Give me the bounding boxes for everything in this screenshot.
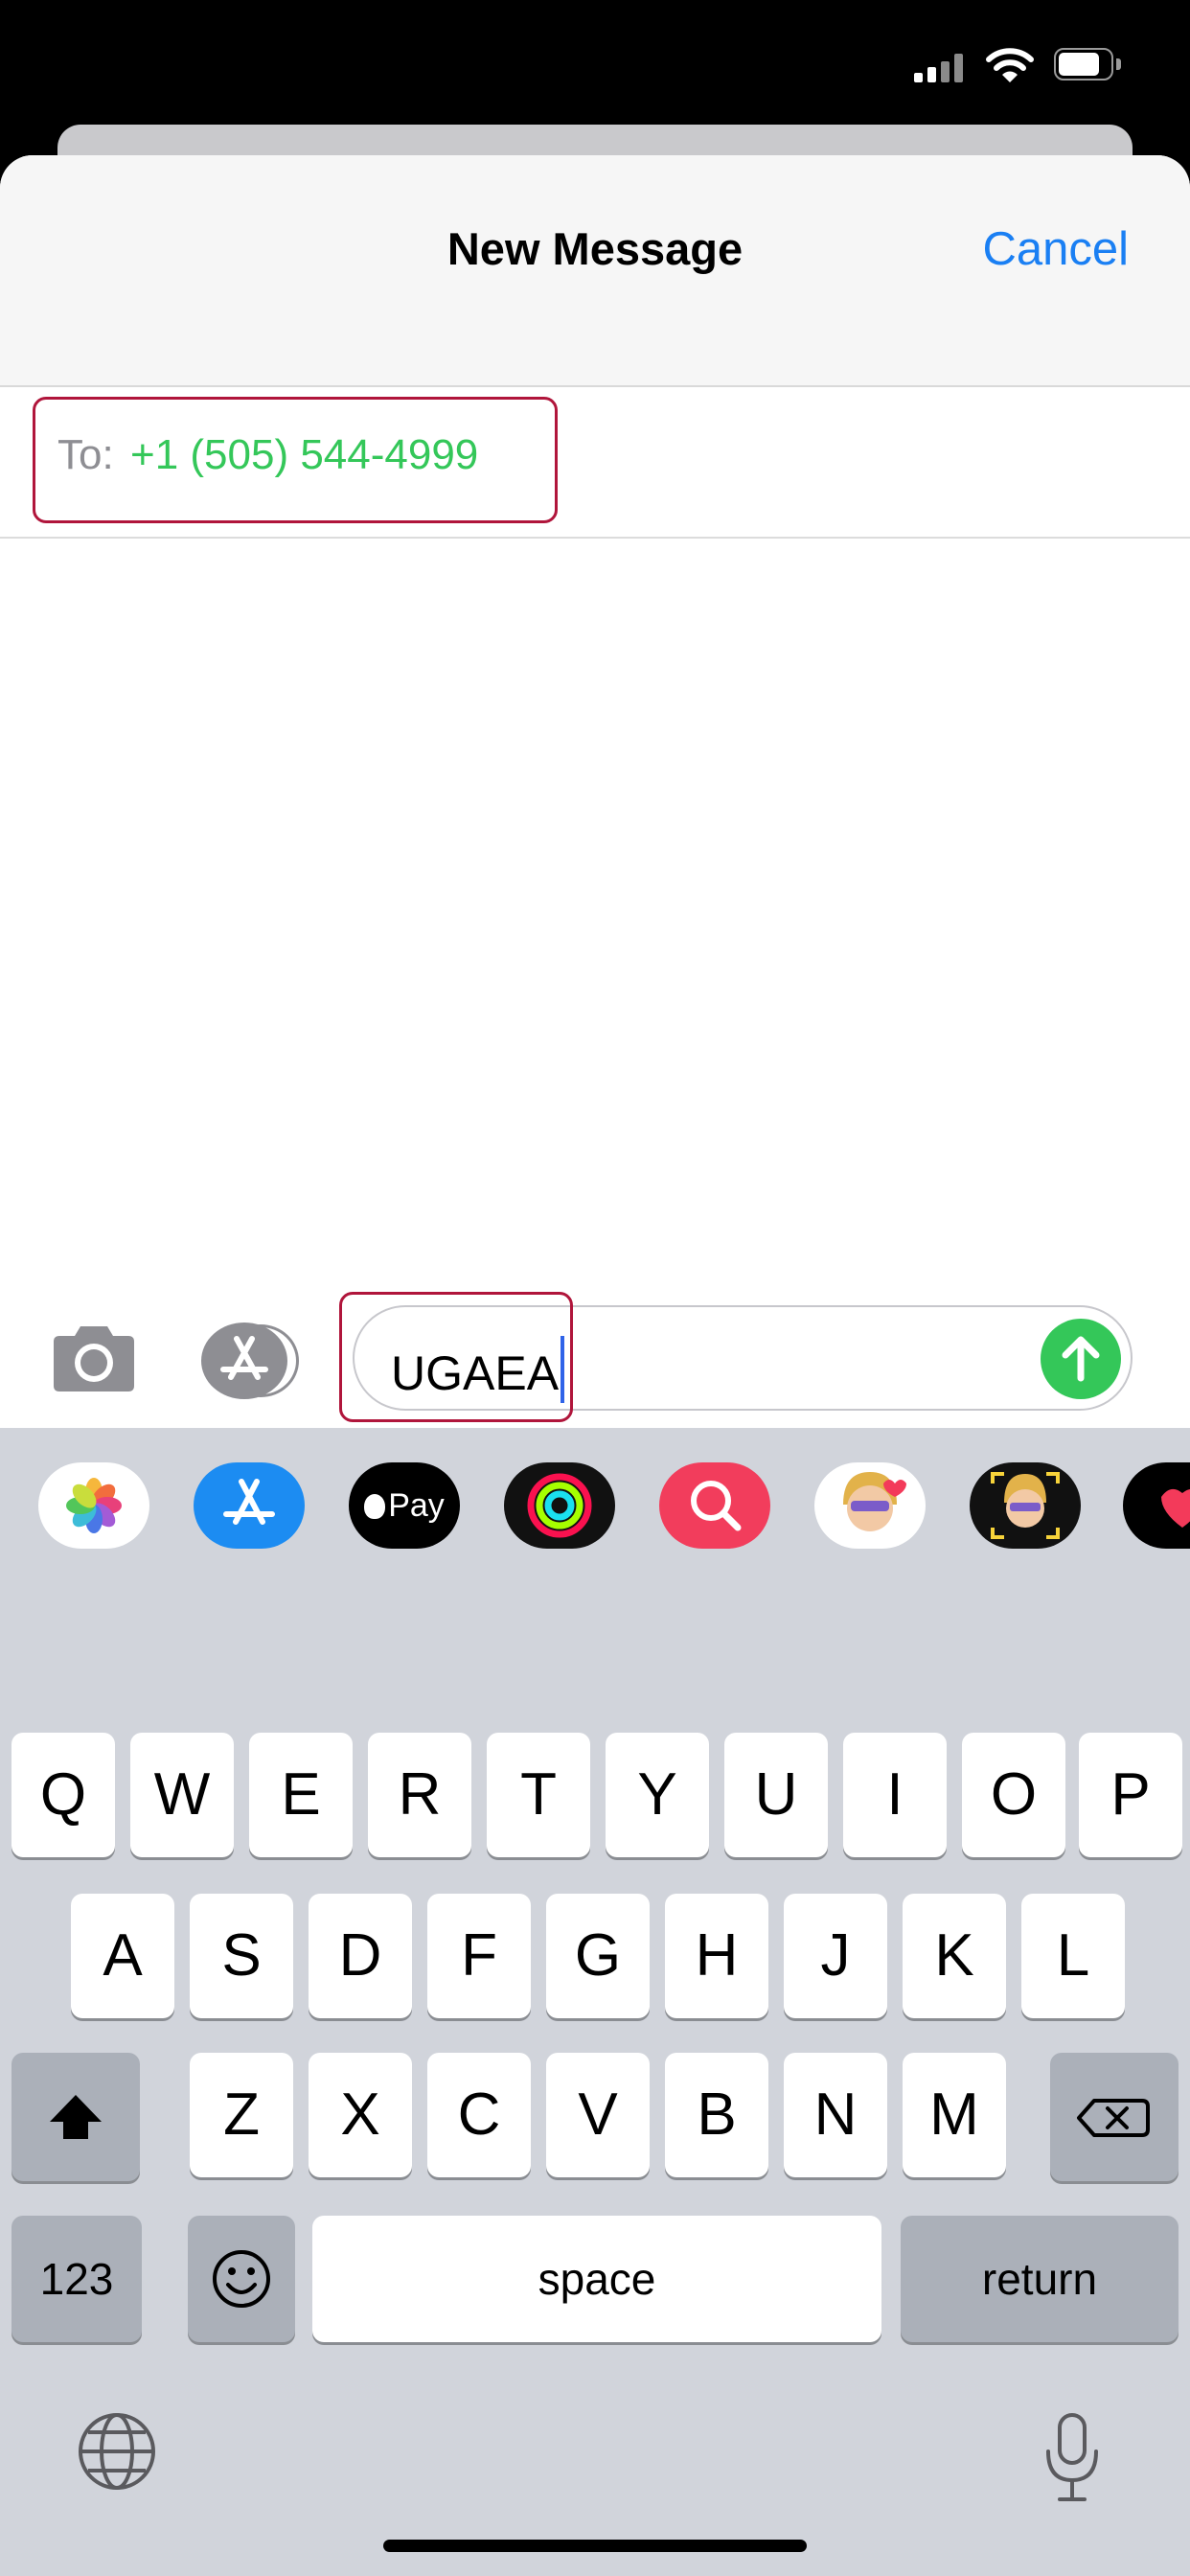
emoji-key[interactable] bbox=[188, 2216, 295, 2342]
recipient-label: To: bbox=[57, 431, 114, 478]
key-b[interactable]: B bbox=[665, 2053, 768, 2177]
memoji-face-icon bbox=[843, 1472, 906, 1531]
app-store-app-icon bbox=[223, 1479, 275, 1525]
key-s[interactable]: S bbox=[190, 1894, 293, 2018]
cellular-signal-icon bbox=[914, 54, 966, 82]
compose-bar: UGAEA bbox=[0, 1275, 1190, 1428]
key-n[interactable]: N bbox=[784, 2053, 887, 2177]
key-h[interactable]: H bbox=[665, 1894, 768, 2018]
sheet-header: New Message Cancel bbox=[0, 155, 1190, 387]
apple-pay-app[interactable]: Pay bbox=[349, 1462, 460, 1549]
key-r[interactable]: R bbox=[368, 1733, 471, 1857]
return-key[interactable]: return bbox=[901, 2216, 1179, 2342]
key-i[interactable]: I bbox=[843, 1733, 947, 1857]
key-u[interactable]: U bbox=[724, 1733, 828, 1857]
battery-icon bbox=[1054, 48, 1123, 82]
key-l[interactable]: L bbox=[1021, 1894, 1125, 2018]
wifi-icon bbox=[986, 48, 1034, 82]
keyboard: Pay Q W E R T Y U I O P A S D F G H J K … bbox=[0, 1428, 1190, 2576]
key-m[interactable]: M bbox=[903, 2053, 1006, 2177]
send-button[interactable] bbox=[1041, 1319, 1121, 1399]
key-g[interactable]: G bbox=[546, 1894, 650, 2018]
key-t[interactable]: T bbox=[487, 1733, 590, 1857]
photos-icon bbox=[66, 1478, 122, 1533]
key-q[interactable]: Q bbox=[11, 1733, 115, 1857]
emoji-icon bbox=[213, 2250, 270, 2308]
recipient-number[interactable]: +1 (505) 544-4999 bbox=[130, 431, 478, 479]
key-c[interactable]: C bbox=[427, 2053, 531, 2177]
app-store-icon[interactable] bbox=[201, 1322, 307, 1399]
apple-logo-icon bbox=[364, 1494, 386, 1519]
app-store-app[interactable] bbox=[194, 1462, 305, 1549]
images-search-icon bbox=[691, 1481, 742, 1531]
key-o[interactable]: O bbox=[962, 1733, 1065, 1857]
text-caret bbox=[561, 1336, 565, 1403]
key-p[interactable]: P bbox=[1079, 1733, 1182, 1857]
numbers-key[interactable]: 123 bbox=[11, 2216, 142, 2342]
memoji-camera-icon bbox=[991, 1472, 1060, 1539]
activity-rings-icon bbox=[527, 1473, 592, 1538]
key-a[interactable]: A bbox=[71, 1894, 174, 2018]
shift-arrow-icon bbox=[50, 2095, 102, 2139]
globe-icon[interactable] bbox=[77, 2411, 157, 2492]
key-j[interactable]: J bbox=[784, 1894, 887, 2018]
key-y[interactable]: Y bbox=[606, 1733, 709, 1857]
memoji-app[interactable] bbox=[970, 1462, 1081, 1549]
recipient-field[interactable]: To: +1 (505) 544-4999 bbox=[0, 387, 1190, 539]
key-z[interactable]: Z bbox=[190, 2053, 293, 2177]
delete-key[interactable] bbox=[1050, 2053, 1179, 2181]
memoji-stickers-app[interactable] bbox=[814, 1462, 926, 1549]
message-thread-area bbox=[0, 539, 1190, 1275]
key-e[interactable]: E bbox=[249, 1733, 353, 1857]
camera-icon[interactable] bbox=[48, 1324, 140, 1393]
key-x[interactable]: X bbox=[309, 2053, 412, 2177]
images-search-app[interactable] bbox=[659, 1462, 770, 1549]
home-indicator bbox=[383, 2540, 807, 2552]
status-bar bbox=[0, 0, 1190, 144]
key-k[interactable]: K bbox=[903, 1894, 1006, 2018]
space-key[interactable]: space bbox=[312, 2216, 881, 2342]
digital-touch-app[interactable] bbox=[1123, 1462, 1190, 1549]
heart-icon bbox=[1161, 1488, 1190, 1528]
shift-key[interactable] bbox=[11, 2053, 140, 2181]
key-f[interactable]: F bbox=[427, 1894, 531, 2018]
key-v[interactable]: V bbox=[546, 2053, 650, 2177]
microphone-icon[interactable] bbox=[1039, 2411, 1106, 2507]
photos-app[interactable] bbox=[38, 1462, 149, 1549]
delete-backspace-icon bbox=[1077, 2099, 1150, 2137]
cancel-button[interactable]: Cancel bbox=[982, 222, 1129, 276]
key-w[interactable]: W bbox=[130, 1733, 234, 1857]
key-d[interactable]: D bbox=[309, 1894, 412, 2018]
app-strip: Pay bbox=[0, 1428, 1190, 1572]
activity-app[interactable] bbox=[504, 1462, 615, 1549]
message-text[interactable]: UGAEA bbox=[391, 1336, 565, 1403]
send-arrow-icon bbox=[1062, 1336, 1100, 1382]
apple-pay-label: Pay bbox=[388, 1487, 445, 1524]
